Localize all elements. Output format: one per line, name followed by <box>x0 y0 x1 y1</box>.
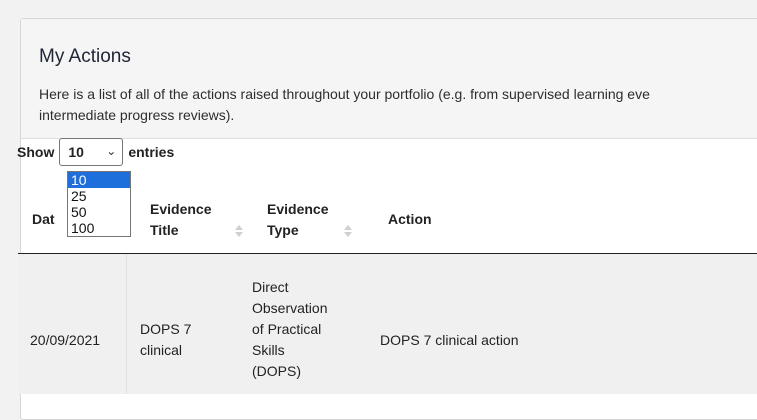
entries-option[interactable]: 50 <box>68 204 130 220</box>
sort-icon <box>344 225 352 239</box>
entries-select-value: 10 <box>68 144 84 160</box>
page-description: Here is a list of all of the actions rai… <box>39 86 650 123</box>
header-date[interactable]: Dat <box>32 209 55 230</box>
sort-icon <box>235 225 243 239</box>
header-evidence-title[interactable]: Evidence Title <box>150 199 211 241</box>
table-row[interactable]: 20/09/2021 DOPS 7 clinical Direct Observ… <box>18 254 757 394</box>
cell-action: DOPS 7 clinical action <box>380 332 519 348</box>
entries-dropdown-list[interactable]: 10 25 50 100 <box>67 171 131 237</box>
entries-length-control: Show 10 ⌄ entries <box>17 138 174 166</box>
entries-option[interactable]: 100 <box>68 220 130 236</box>
cell-evidence-title[interactable]: DOPS 7 clinical <box>140 319 191 361</box>
entries-label: entries <box>128 144 175 160</box>
chevron-down-icon: ⌄ <box>106 144 117 158</box>
header-action[interactable]: Action <box>388 209 432 230</box>
entries-option[interactable]: 25 <box>68 188 130 204</box>
show-label: Show <box>17 144 55 160</box>
column-divider <box>126 254 127 394</box>
entries-option[interactable]: 10 <box>68 172 130 188</box>
entries-select[interactable]: 10 ⌄ <box>59 138 124 166</box>
panel-header: My Actions Here is a list of all of the … <box>21 19 757 139</box>
header-evidence-type[interactable]: Evidence Type <box>267 199 328 241</box>
page-title: My Actions <box>39 46 131 67</box>
cell-evidence-type: Direct Observation of Practical Skills (… <box>252 279 328 379</box>
cell-date: 20/09/2021 <box>30 332 101 348</box>
